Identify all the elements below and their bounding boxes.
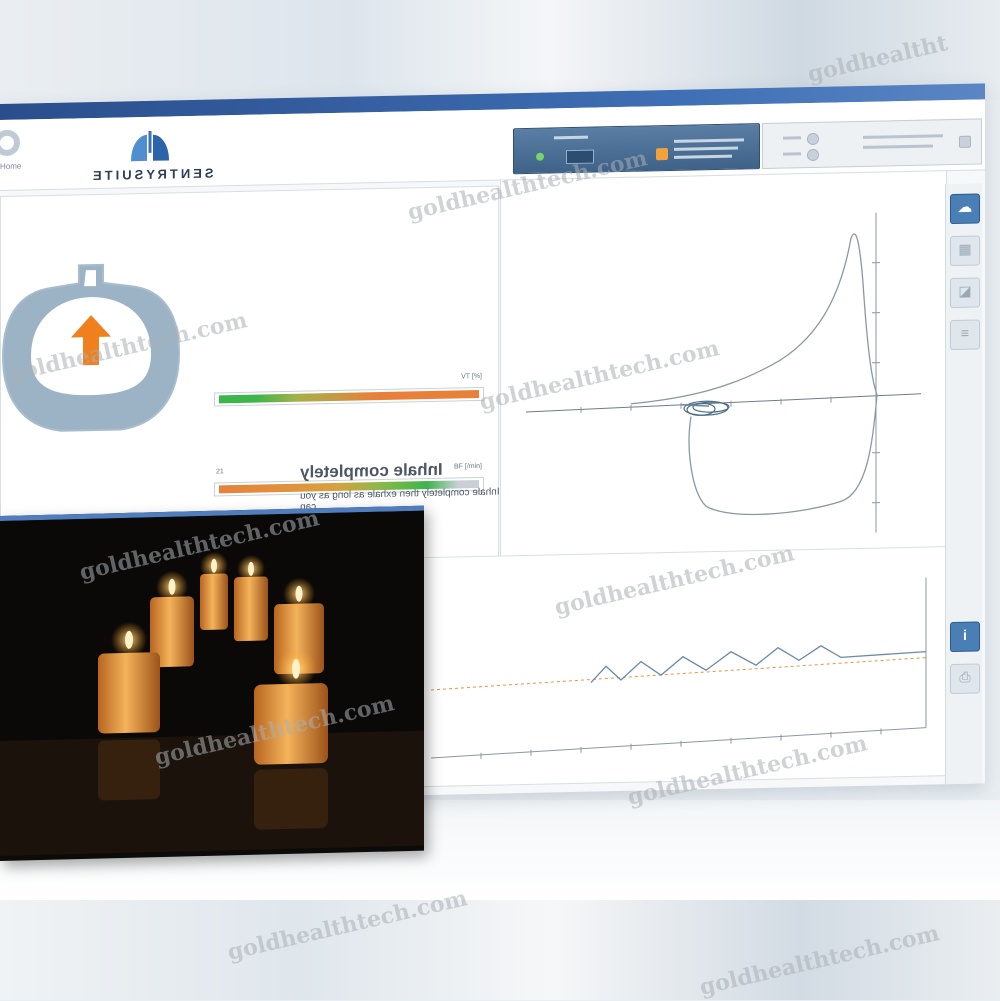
home-icon [0, 130, 20, 157]
settings-icon[interactable] [959, 136, 971, 148]
test-info-panel [762, 118, 982, 169]
info-button[interactable]: i [950, 621, 980, 652]
option-icon[interactable] [807, 133, 819, 145]
status-dot [536, 153, 544, 161]
lungs-icon [125, 130, 175, 165]
instruction-title: Inhale completely [300, 459, 500, 483]
warning-icon [656, 148, 668, 160]
candles-image [0, 511, 424, 856]
status-panel [513, 123, 760, 174]
tool-image-button[interactable]: ◪ [950, 277, 980, 308]
lung-incentive-icon [0, 243, 191, 447]
status-badge [566, 150, 594, 165]
tool-curve-button[interactable]: ☁ [950, 193, 980, 224]
chart-icon: ▦ [951, 240, 979, 258]
vt-bar-fill [219, 390, 479, 403]
inspiratory-curve [689, 395, 877, 516]
volume-time-panel [420, 546, 947, 787]
vt-bar-label: VT [%] [461, 373, 482, 380]
home-label: Home [0, 162, 21, 171]
image-icon: ◪ [951, 282, 979, 300]
tool-chart-button[interactable]: ▦ [950, 235, 980, 266]
brand-logo: SENTRYSUITE [85, 125, 225, 184]
print-icon: ⎙ [951, 668, 979, 686]
candle [200, 551, 228, 630]
vt-bar: VT [%] [214, 387, 482, 407]
brand-name: SENTRYSUITE [90, 166, 214, 184]
vt-bar-track [214, 387, 484, 407]
tool-list-button[interactable]: ≡ [950, 319, 980, 350]
bf-bar-tick: 21 [216, 468, 224, 475]
option-icon[interactable] [807, 149, 819, 161]
background-bottom [0, 900, 1000, 1000]
baseline-dashed [431, 658, 926, 690]
breathing-trace [591, 644, 926, 683]
vt-x-axis [431, 728, 926, 758]
side-toolbar: ☁ ▦ ◪ ≡ i ⎙ [945, 183, 982, 784]
candle [234, 554, 268, 641]
volume-time-chart [421, 547, 946, 786]
home-button[interactable]: Home [0, 129, 40, 180]
tidal-loops [684, 401, 729, 416]
print-button[interactable]: ⎙ [950, 663, 980, 694]
expiratory-curve [631, 233, 877, 403]
curve-icon: ☁ [951, 198, 979, 216]
candle-animation-window [0, 506, 424, 861]
list-icon: ≡ [951, 324, 979, 341]
info-icon: i [951, 626, 979, 643]
instruction-text: Inhale completely Inhale completely then… [300, 459, 500, 513]
background-top [0, 0, 1000, 100]
